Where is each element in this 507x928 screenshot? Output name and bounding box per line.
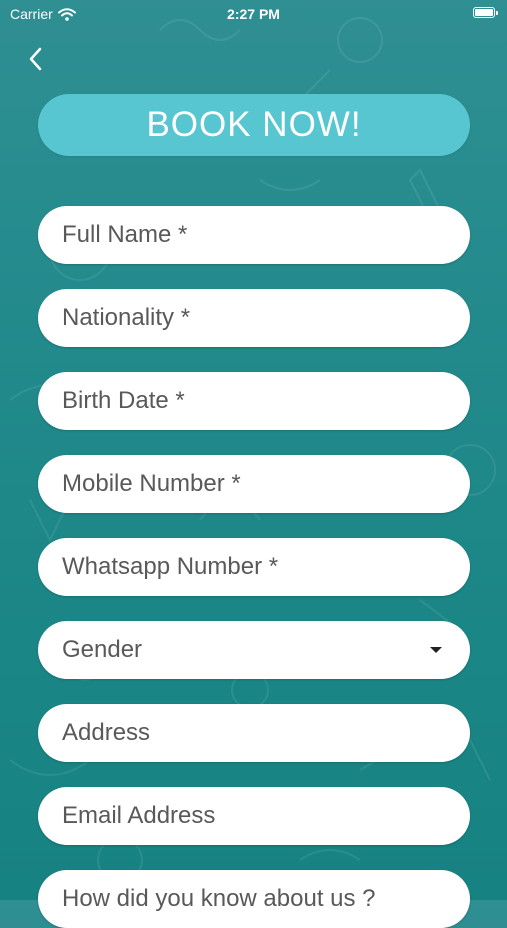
address-placeholder: Address [62,719,151,746]
book-now-button[interactable]: BOOK NOW! [38,94,470,156]
status-bar: Carrier 2:27 PM [0,0,507,28]
whatsapp-number-field[interactable]: Whatsapp Number * [38,538,470,596]
nationality-placeholder: Nationality * [62,304,191,331]
battery-icon [473,7,498,18]
email-address-placeholder: Email Address [62,802,216,829]
full-name-field[interactable]: Full Name * [38,206,470,264]
whatsapp-number-placeholder: Whatsapp Number * [62,553,279,580]
gender-placeholder: Gender [62,636,143,663]
mobile-number-field[interactable]: Mobile Number * [38,455,470,513]
nationality-field[interactable]: Nationality * [38,289,470,347]
book-now-label: BOOK NOW! [146,105,362,144]
gender-select[interactable]: Gender [38,621,470,679]
full-name-placeholder: Full Name * [62,221,188,248]
status-time: 2:27 PM [227,6,280,22]
birth-date-field[interactable]: Birth Date * [38,372,470,430]
mobile-number-placeholder: Mobile Number * [62,470,241,497]
referral-source-field[interactable]: How did you know about us ? [38,870,470,928]
back-button[interactable] [20,44,50,74]
email-address-field[interactable]: Email Address [38,787,470,845]
chevron-left-icon [29,47,42,71]
address-field[interactable]: Address [38,704,470,762]
birth-date-placeholder: Birth Date * [62,387,185,414]
caret-down-icon [430,647,442,653]
referral-source-placeholder: How did you know about us ? [62,885,376,912]
